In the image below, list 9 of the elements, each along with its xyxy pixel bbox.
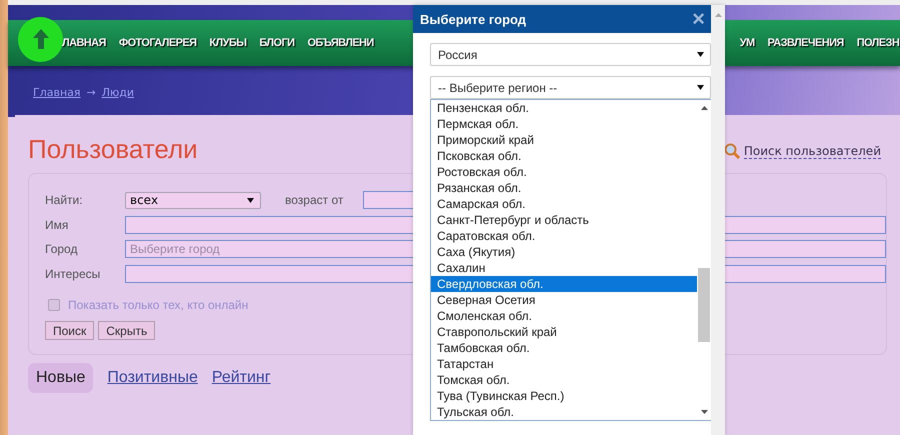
dialog-title: Выберите город: [420, 12, 526, 26]
field-label: Интересы: [45, 266, 102, 281]
checkbox-label: Показать только тех, кто онлайн: [68, 298, 248, 312]
field-label: Город: [45, 242, 78, 256]
breadcrumb-separator: →: [86, 86, 96, 99]
field-label: Найти:: [45, 193, 84, 208]
page-title: Пользователи: [28, 134, 198, 165]
field-label: возраст от: [285, 193, 344, 208]
field-label: Имя: [45, 218, 70, 232]
